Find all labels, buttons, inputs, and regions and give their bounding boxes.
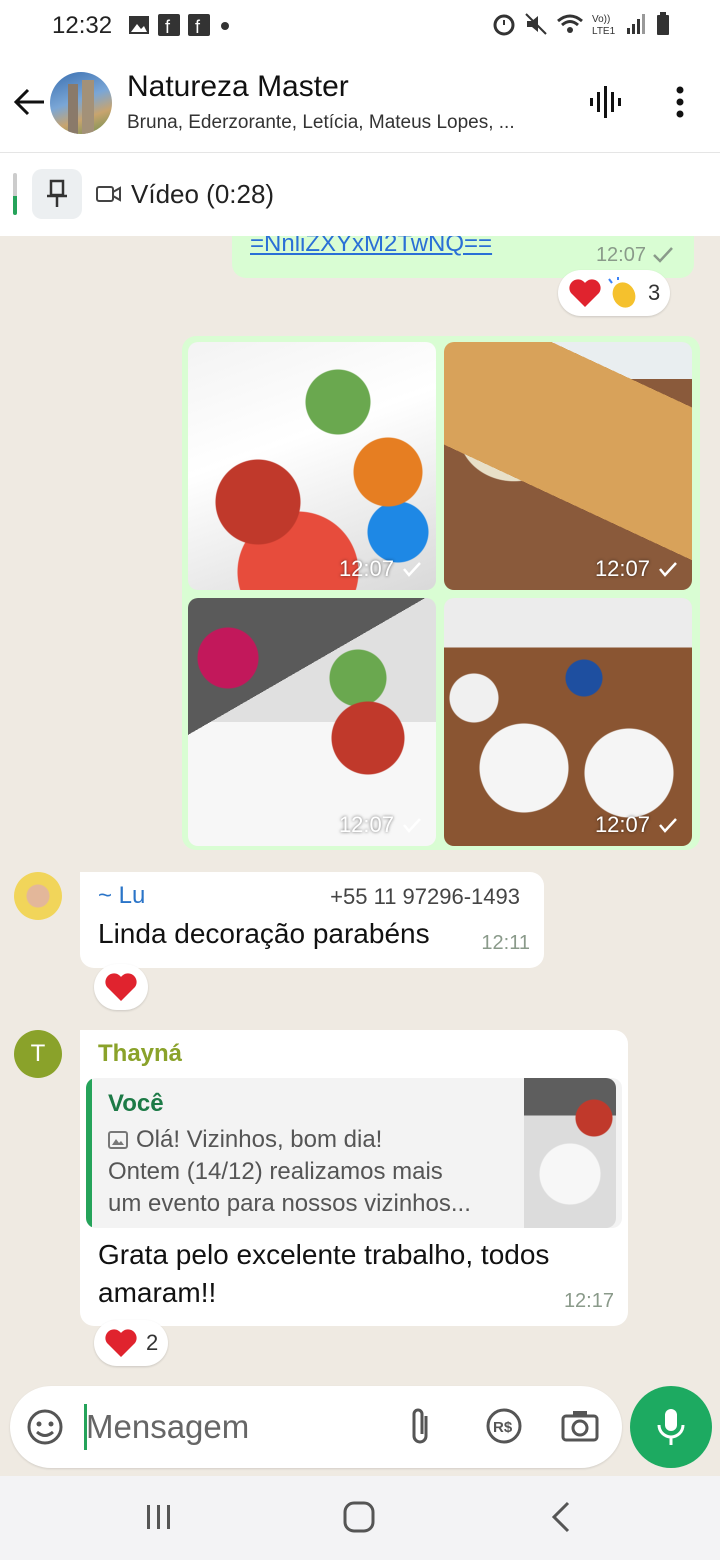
quote-author: Você (108, 1090, 164, 1117)
sender-avatar-thayna[interactable]: T (14, 1030, 62, 1078)
battery-icon (657, 12, 669, 35)
sent-check-icon (659, 562, 677, 577)
payment-button[interactable]: R$ (484, 1406, 524, 1451)
message-time: 12:11 (481, 932, 530, 954)
chat-header: Natureza Master Bruna, Ederzorante, Letí… (0, 52, 720, 152)
group-participants[interactable]: Bruna, Ederzorante, Letícia, Mateus Lope… (127, 112, 515, 134)
sender-name[interactable]: ~ Lu (98, 882, 145, 910)
group-title[interactable]: Natureza Master (127, 70, 349, 104)
quote-text-line: um evento para nossos vizinhos... (108, 1190, 471, 1217)
volte-icon: Vo))LTE1 (592, 14, 616, 36)
system-back-button[interactable] (548, 1500, 576, 1539)
more-options-button[interactable] (670, 82, 690, 127)
quote-text-line: Olá! Vizinhos, bom dia! (136, 1126, 383, 1153)
voice-message-button[interactable] (630, 1386, 712, 1468)
facebook-notification-icon-2: f (188, 14, 210, 36)
photo-thumbnail[interactable]: 12:07 (188, 598, 436, 846)
back-arrow-icon (13, 88, 44, 116)
status-time: 12:32 (52, 12, 113, 39)
message-text: Linda decoração parabéns (98, 918, 430, 949)
quote-text-line: Ontem (14/12) realizamos mais (108, 1158, 443, 1185)
video-camera-icon (96, 186, 121, 202)
pinned-message-bar[interactable]: Vídeo (0:28) (0, 152, 720, 236)
pinned-indicator (13, 173, 17, 215)
group-avatar[interactable] (50, 72, 112, 134)
audio-wave-icon (590, 86, 621, 118)
mute-icon (525, 13, 547, 35)
reaction-count: 2 (146, 1330, 159, 1355)
photo-album-message[interactable]: 12:07 12:07 12:07 12:07 (182, 336, 700, 850)
photo-time: 12:07 (338, 556, 394, 581)
reaction-summary[interactable]: 2 (94, 1320, 169, 1366)
sticker-button[interactable] (26, 1408, 64, 1451)
camera-icon (561, 1411, 599, 1442)
sender-avatar-lu[interactable] (14, 872, 62, 920)
photo-thumbnail[interactable]: 12:07 (444, 342, 692, 590)
signal-icon (627, 14, 645, 34)
microphone-icon (657, 1409, 685, 1445)
message-time: 12:07 (595, 244, 646, 266)
message-input[interactable] (86, 1404, 386, 1450)
heart-emoji-icon (569, 279, 601, 307)
heart-emoji-icon (105, 973, 137, 1001)
pin-button[interactable] (32, 169, 82, 219)
message-composer: R$ (10, 1386, 622, 1468)
svg-text:LTE1: LTE1 (592, 26, 616, 36)
quote-bar (86, 1078, 92, 1228)
status-bar: 12:32 f f Vo)) LTE1 (0, 0, 720, 52)
wifi-icon (557, 14, 583, 33)
home-button[interactable] (342, 1500, 376, 1539)
camera-button[interactable] (560, 1406, 600, 1451)
incoming-message-lu[interactable]: ~ Lu +55 11 97296-1493 Linda decoração p… (80, 872, 544, 968)
home-icon (343, 1501, 375, 1533)
photo-time: 12:07 (594, 812, 650, 837)
pinned-label: Vídeo (0:28) (131, 179, 275, 209)
message-link[interactable]: =NnliZXYxM2TwNQ== (250, 236, 492, 258)
svg-text:R$: R$ (493, 1419, 513, 1436)
photo-time: 12:07 (594, 556, 650, 581)
clapping-hands-emoji-icon (608, 277, 636, 308)
message-time: 12:17 (563, 1290, 614, 1312)
photo-thumbnail[interactable]: 12:07 (444, 598, 692, 846)
incoming-message-thayna[interactable]: Thayná Você Olá! Vizinhos, bom dia! Onte… (80, 1030, 628, 1326)
voice-chat-button[interactable] (588, 84, 624, 125)
photo-time: 12:07 (338, 812, 394, 837)
sender-name[interactable]: Thayná (98, 1040, 182, 1068)
quoted-message[interactable]: Você Olá! Vizinhos, bom dia! Ontem (14/1… (86, 1078, 622, 1228)
back-button[interactable] (10, 82, 50, 122)
recent-apps-icon (147, 1505, 170, 1529)
attach-button[interactable] (406, 1406, 436, 1453)
message-text: Grata pelo excelente trabalho, todos ama… (98, 1239, 550, 1308)
pin-icon (47, 179, 67, 207)
heart-emoji-icon (105, 1329, 137, 1357)
sent-check-icon (403, 562, 421, 577)
sent-check-icon (403, 818, 421, 833)
chevron-left-icon (551, 1501, 570, 1533)
sent-check-icon (659, 818, 677, 833)
gallery-notification-icon (129, 16, 149, 34)
vertical-dots-icon (676, 86, 684, 118)
reaction-summary[interactable] (94, 964, 148, 1010)
reaction-summary[interactable]: 3 (558, 270, 671, 316)
facebook-notification-icon: f (158, 14, 180, 36)
recent-apps-button[interactable] (144, 1502, 174, 1537)
svg-text:Vo)): Vo)) (592, 14, 610, 25)
sticker-icon (27, 1409, 63, 1445)
sent-check-icon (653, 247, 673, 263)
more-notifications-dot-icon (221, 22, 229, 30)
currency-icon: R$ (486, 1408, 522, 1444)
chat-area[interactable]: =NnliZXYxM2TwNQ== 12:07 3 12:07 12:07 12… (0, 236, 720, 1386)
reaction-count: 3 (648, 280, 661, 305)
photo-thumbnail[interactable]: 12:07 (188, 342, 436, 590)
quote-thumbnail (524, 1078, 616, 1228)
photo-icon (108, 1131, 128, 1149)
system-nav-bar (0, 1476, 720, 1560)
alarm-icon (493, 14, 515, 36)
sender-phone: +55 11 97296-1493 (330, 884, 520, 909)
paperclip-icon (412, 1408, 428, 1444)
